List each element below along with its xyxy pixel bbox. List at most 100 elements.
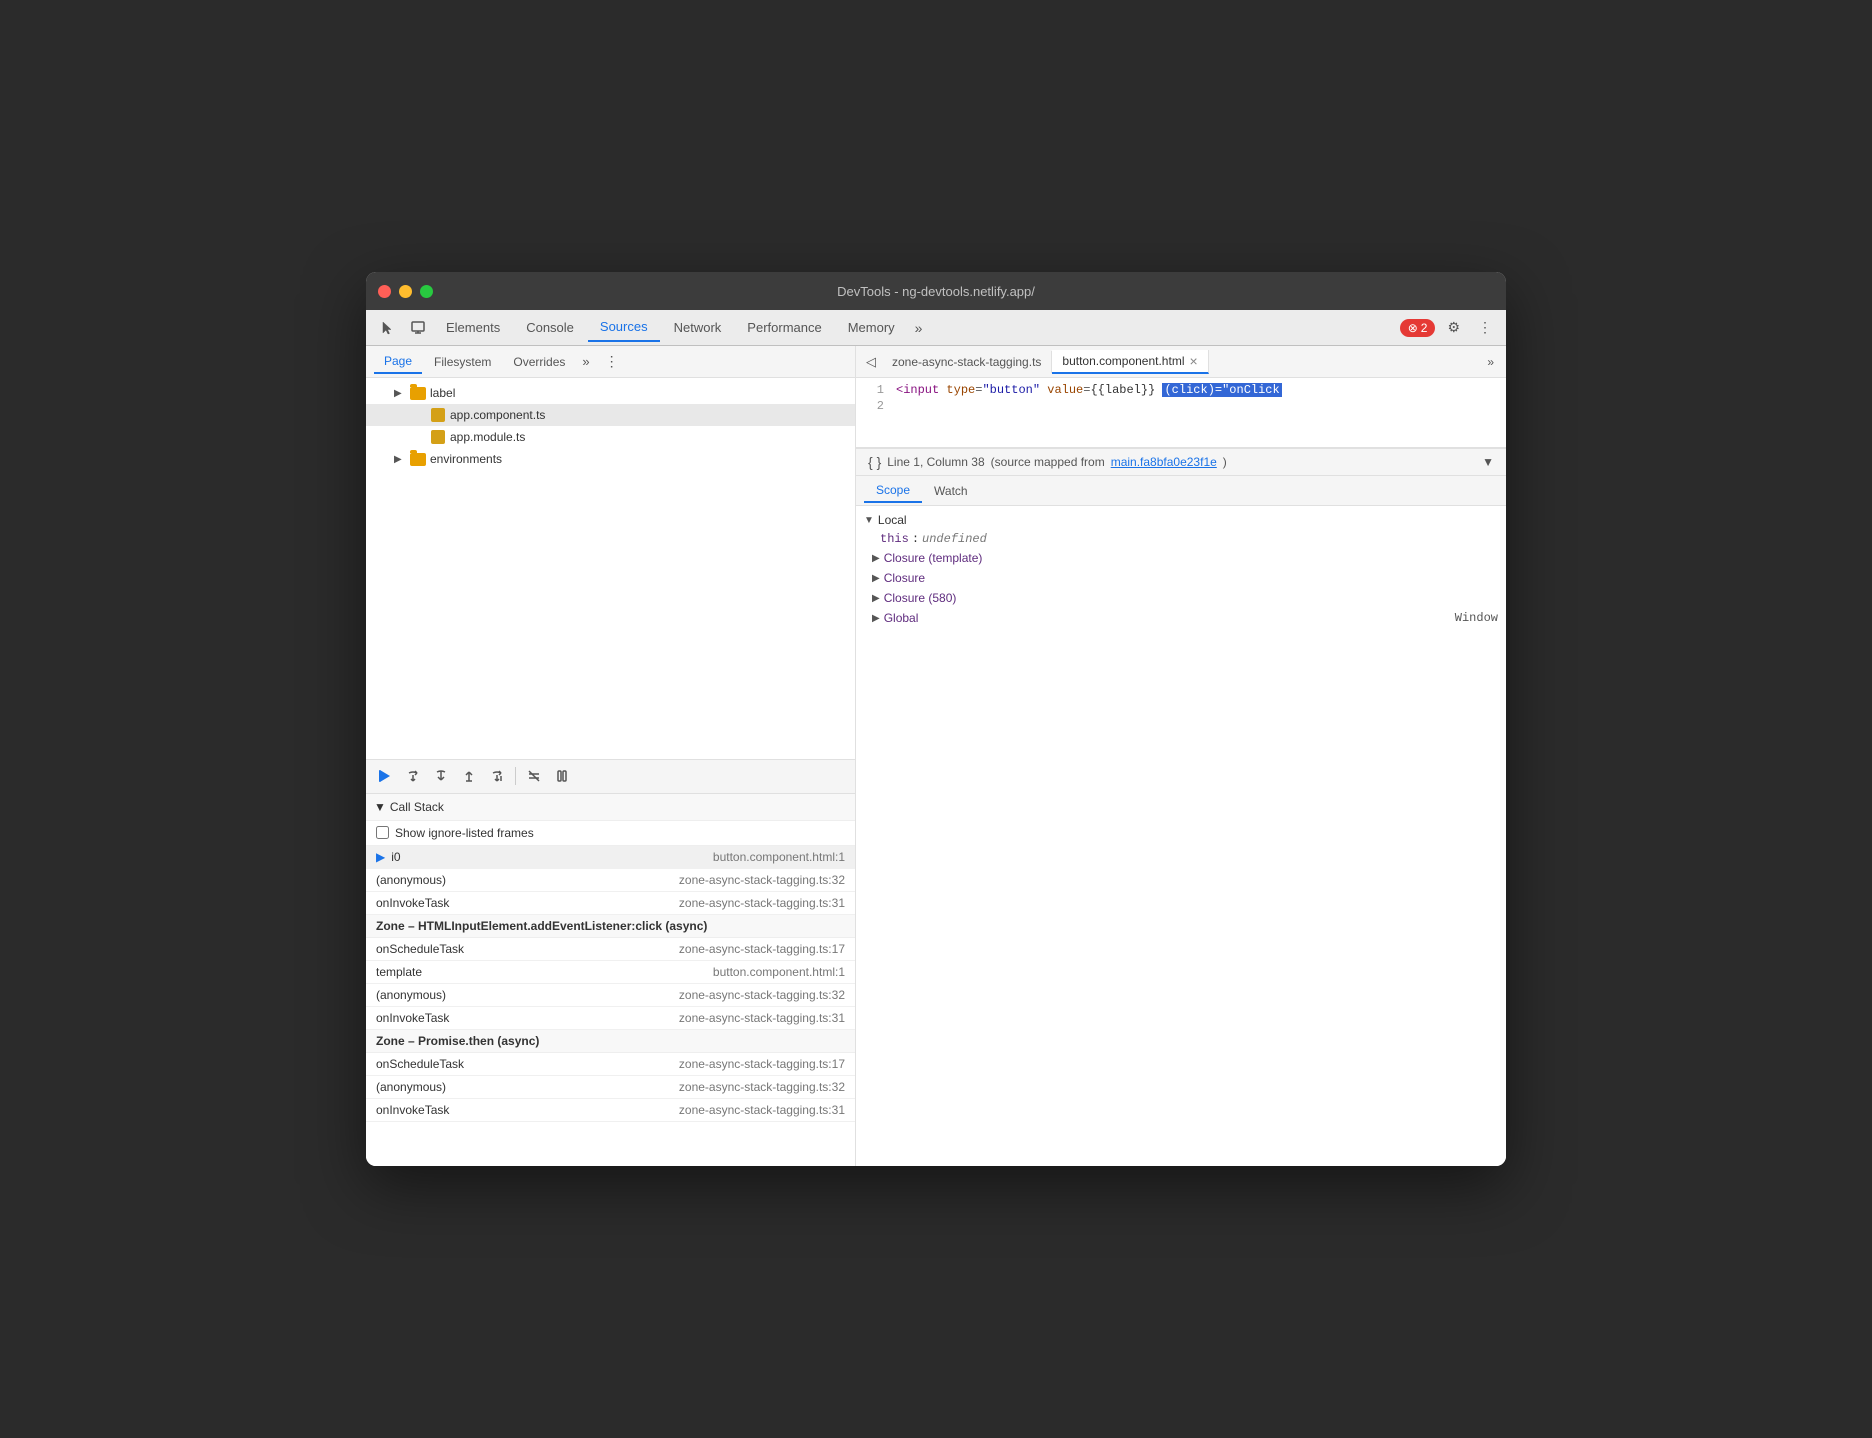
step-out-button[interactable] (456, 763, 482, 789)
call-stack-title: Call Stack (390, 800, 444, 814)
scope-global-label: Global (884, 611, 919, 625)
cs-location-template: button.component.html:1 (713, 965, 845, 979)
deactivate-breakpoints-button[interactable] (521, 763, 547, 789)
cs-location-schedule2: zone-async-stack-tagging.ts:17 (679, 1057, 845, 1071)
call-stack-item-invoke2[interactable]: onInvokeTask zone-async-stack-tagging.ts… (366, 1007, 855, 1030)
scope-closure-template[interactable]: ▶ Closure (template) (856, 548, 1506, 568)
ignore-checkbox[interactable] (376, 826, 389, 839)
resume-button[interactable] (372, 763, 398, 789)
tree-arrow-label: ▶ (394, 388, 406, 399)
scope-item-this: this : undefined (856, 530, 1506, 548)
call-stack-item-anon1[interactable]: (anonymous) zone-async-stack-tagging.ts:… (366, 869, 855, 892)
scope-closure-580-label: Closure (580) (884, 591, 957, 605)
cs-location-invoke3: zone-async-stack-tagging.ts:31 (679, 1103, 845, 1117)
cs-name-anon2: (anonymous) (376, 988, 679, 1002)
tab-elements[interactable]: Elements (434, 314, 512, 341)
inspect-element-button[interactable] (404, 316, 432, 340)
scope-watch-panel: Scope Watch ▼ Local this : undefined (856, 476, 1506, 1166)
tree-item-label-folder[interactable]: ▶ label (366, 382, 855, 404)
tree-label-label: label (430, 386, 455, 400)
call-stack-item-schedule2[interactable]: onScheduleTask zone-async-stack-tagging.… (366, 1053, 855, 1076)
tab-close-button[interactable]: × (1189, 354, 1197, 368)
format-button[interactable]: { } (868, 454, 881, 470)
menu-button[interactable]: ⋮ (1472, 315, 1498, 340)
call-stack-arrow: ▼ (374, 800, 386, 814)
tab-console[interactable]: Console (514, 314, 586, 341)
sec-tab-page[interactable]: Page (374, 350, 422, 374)
sw-tab-watch[interactable]: Watch (922, 480, 980, 502)
tab-performance[interactable]: Performance (735, 314, 833, 341)
tree-item-app-module[interactable]: ▶ app.module.ts (366, 426, 855, 448)
line-number-2: 2 (856, 399, 896, 413)
sec-tab-menu-button[interactable]: ⋮ (599, 351, 625, 372)
call-stack-item-anon3[interactable]: (anonymous) zone-async-stack-tagging.ts:… (366, 1076, 855, 1099)
step-into-button[interactable] (428, 763, 454, 789)
scope-local-header[interactable]: ▼ Local (856, 510, 1506, 530)
code-attr-type: type (946, 383, 975, 397)
call-stack-item-schedule1[interactable]: onScheduleTask zone-async-stack-tagging.… (366, 938, 855, 961)
call-stack-item-i0[interactable]: ▶ i0 button.component.html:1 (366, 846, 855, 869)
settings-button[interactable]: ⚙ (1441, 315, 1466, 340)
status-source-map-label: (source mapped from (991, 455, 1105, 469)
cs-name-invoke1: onInvokeTask (376, 896, 679, 910)
line-content-1[interactable]: <input type="button" value={{label}} (cl… (896, 383, 1506, 397)
close-button[interactable] (378, 285, 391, 298)
right-panel: ◁ zone-async-stack-tagging.ts button.com… (856, 346, 1506, 1166)
status-source-map-end: ) (1223, 455, 1227, 469)
step-button[interactable] (484, 763, 510, 789)
status-bar: { } Line 1, Column 38 (source mapped fro… (856, 448, 1506, 476)
editor-tab-toggle[interactable]: ◁ (860, 350, 882, 374)
error-badge[interactable]: ⊗ 2 (1400, 319, 1436, 337)
scope-colon-this: : (912, 532, 919, 546)
zone-separator-1: Zone – HTMLInputElement.addEventListener… (366, 915, 855, 938)
sw-tab-scope[interactable]: Scope (864, 479, 922, 503)
scope-global-left: ▶ Global (872, 611, 918, 625)
tree-item-environments-folder[interactable]: ▶ environments (366, 448, 855, 470)
call-stack-item-invoke3[interactable]: onInvokeTask zone-async-stack-tagging.ts… (366, 1099, 855, 1122)
debug-toolbar (366, 759, 855, 793)
editor-tab-button-component[interactable]: button.component.html × (1052, 350, 1208, 374)
main-toolbar: Elements Console Sources Network Perform… (366, 310, 1506, 346)
maximize-button[interactable] (420, 285, 433, 298)
pause-exceptions-button[interactable] (549, 763, 575, 789)
tab-network[interactable]: Network (662, 314, 734, 341)
scope-closure-580[interactable]: ▶ Closure (580) (856, 588, 1506, 608)
call-stack-item-template[interactable]: template button.component.html:1 (366, 961, 855, 984)
window-title: DevTools - ng-devtools.netlify.app/ (837, 284, 1035, 299)
scope-global[interactable]: ▶ Global Window (856, 608, 1506, 628)
code-line-2: 2 (856, 398, 1506, 414)
scope-value-this: undefined (922, 532, 987, 546)
more-tabs-button[interactable]: » (909, 316, 929, 340)
main-content: Page Filesystem Overrides » ⋮ ▶ label (366, 346, 1506, 1166)
left-panel: Page Filesystem Overrides » ⋮ ▶ label (366, 346, 856, 1166)
editor-tabs-more[interactable]: » (1479, 351, 1502, 373)
code-val-expr: {{label}} (1090, 383, 1155, 397)
sec-tab-filesystem[interactable]: Filesystem (424, 351, 501, 373)
scope-expand-closure: ▶ (872, 573, 880, 584)
cs-name-schedule2: onScheduleTask (376, 1057, 679, 1071)
tab-sources[interactable]: Sources (588, 313, 660, 342)
ignore-checkbox-row: Show ignore-listed frames (366, 821, 855, 846)
call-stack-item-invoke1[interactable]: onInvokeTask zone-async-stack-tagging.ts… (366, 892, 855, 915)
sec-tab-more-button[interactable]: » (577, 352, 594, 371)
tree-item-app-component[interactable]: ▶ app.component.ts (366, 404, 855, 426)
cs-location-invoke1: zone-async-stack-tagging.ts:31 (679, 896, 845, 910)
cursor-tool-button[interactable] (374, 316, 402, 340)
sec-tab-overrides[interactable]: Overrides (503, 351, 575, 373)
scope-expand-global: ▶ (872, 613, 880, 624)
tab-memory[interactable]: Memory (836, 314, 907, 341)
zone-separator-2: Zone – Promise.then (async) (366, 1030, 855, 1053)
call-stack-header[interactable]: ▼ Call Stack (366, 794, 855, 821)
editor-tab-zone-async[interactable]: zone-async-stack-tagging.ts (882, 351, 1052, 373)
scope-closure[interactable]: ▶ Closure (856, 568, 1506, 588)
cs-name-invoke3: onInvokeTask (376, 1103, 679, 1117)
call-stack-item-anon2[interactable]: (anonymous) zone-async-stack-tagging.ts:… (366, 984, 855, 1007)
step-over-button[interactable] (400, 763, 426, 789)
minimize-button[interactable] (399, 285, 412, 298)
cs-location-invoke2: zone-async-stack-tagging.ts:31 (679, 1011, 845, 1025)
status-nav-button[interactable]: ▼ (1482, 455, 1494, 469)
ignore-label: Show ignore-listed frames (395, 826, 534, 840)
status-source-map-file[interactable]: main.fa8bfa0e23f1e (1111, 455, 1217, 469)
line-number-1: 1 (856, 383, 896, 397)
scope-key-this: this (880, 532, 909, 546)
